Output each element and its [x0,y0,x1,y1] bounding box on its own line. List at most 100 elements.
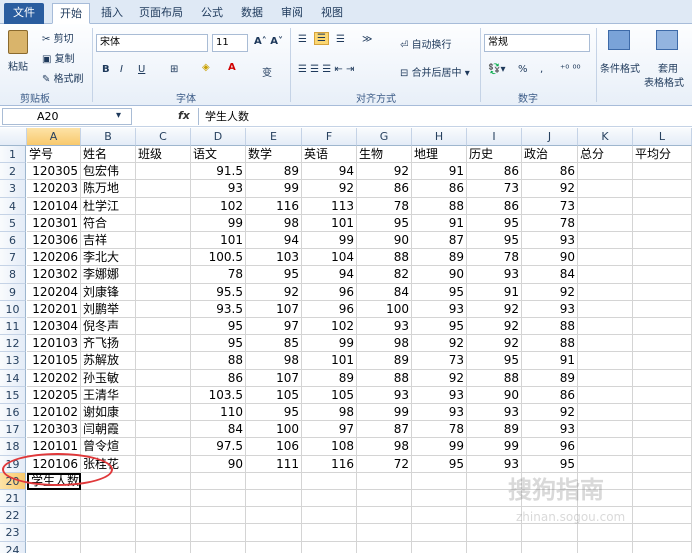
cell[interactable]: 78 [522,214,578,232]
cell[interactable]: 116 [302,455,357,473]
cell[interactable] [136,335,191,353]
cell[interactable]: 88 [522,318,578,336]
row-header[interactable]: 8 [0,266,26,284]
cell[interactable] [633,507,692,525]
column-header[interactable]: G [357,128,412,146]
comma-button[interactable]: , [540,64,543,75]
cell[interactable]: 93.5 [191,300,246,318]
cell[interactable]: 93 [522,421,578,439]
cell[interactable] [633,300,692,318]
cell[interactable] [136,438,191,456]
cell[interactable]: 93 [412,386,467,404]
row-header[interactable]: 14 [0,369,26,387]
align-top-icon[interactable]: ☰ [298,34,307,45]
row-header[interactable]: 23 [0,524,26,542]
cell[interactable]: 93 [412,300,467,318]
row-header[interactable]: 15 [0,386,26,404]
cell[interactable] [467,507,522,525]
formula-input[interactable]: 学生人数 [198,108,692,125]
cell[interactable]: 87 [357,421,412,439]
cell[interactable] [578,163,633,181]
cell[interactable]: 姓名 [81,146,136,164]
cell[interactable]: 105 [302,386,357,404]
cell[interactable]: 98 [246,352,302,370]
column-header[interactable]: D [191,128,246,146]
cell[interactable]: 84 [191,421,246,439]
cell[interactable]: 105 [246,386,302,404]
cell[interactable]: 91.5 [191,163,246,181]
cell[interactable] [302,490,357,508]
cell[interactable]: 99 [412,438,467,456]
cell[interactable]: 93 [357,386,412,404]
italic-button[interactable]: I [120,64,123,75]
cell[interactable]: 120104 [27,197,81,215]
cell[interactable]: 84 [357,283,412,301]
cell[interactable]: 刘康锋 [81,283,136,301]
column-header[interactable]: H [412,128,467,146]
tab-page-layout[interactable]: 页面布局 [134,3,188,24]
cell[interactable]: 92 [522,180,578,198]
cell[interactable]: 95 [467,232,522,250]
currency-icon[interactable]: 💱▾ [488,64,505,75]
align-bottom-icon[interactable]: ☰ [336,34,345,45]
cell[interactable]: 120305 [27,163,81,181]
cell[interactable] [136,507,191,525]
cell[interactable]: 99 [302,232,357,250]
cell[interactable] [136,232,191,250]
cell[interactable]: 92 [412,335,467,353]
cell[interactable]: 95 [191,335,246,353]
cell[interactable] [633,455,692,473]
cell[interactable]: 97 [302,421,357,439]
cell[interactable]: 110 [191,404,246,422]
cell[interactable]: 92 [467,318,522,336]
row-header[interactable]: 10 [0,300,26,318]
cell[interactable] [136,369,191,387]
cell[interactable] [357,524,412,542]
cell[interactable]: 92 [467,335,522,353]
column-header[interactable]: F [302,128,357,146]
cell[interactable] [136,524,191,542]
cell[interactable] [136,386,191,404]
cell[interactable]: 93 [522,232,578,250]
cell[interactable] [578,300,633,318]
cell[interactable]: 92 [357,163,412,181]
cell[interactable]: 116 [246,197,302,215]
cell[interactable] [27,541,81,553]
cell[interactable]: 73 [467,180,522,198]
cell[interactable]: 101 [191,232,246,250]
cell[interactable]: 98 [357,335,412,353]
column-header[interactable]: B [81,128,136,146]
cell[interactable] [522,524,578,542]
cell[interactable] [191,472,246,490]
cell[interactable] [412,524,467,542]
cell[interactable] [191,507,246,525]
align-middle-icon[interactable]: ☰ [314,32,329,45]
cell[interactable]: 120302 [27,266,81,284]
cell[interactable] [578,335,633,353]
table-format-icon[interactable] [656,30,678,50]
cell[interactable] [191,524,246,542]
cell[interactable]: 86 [357,180,412,198]
select-all-corner[interactable] [0,128,27,146]
cell[interactable]: 89 [302,369,357,387]
cell[interactable]: 73 [522,197,578,215]
cell[interactable] [467,541,522,553]
cell[interactable]: 93 [357,318,412,336]
table-format-label-2[interactable]: 表格格式 [644,74,684,89]
cell[interactable]: 108 [302,438,357,456]
cell[interactable]: 96 [522,438,578,456]
column-header[interactable]: I [467,128,522,146]
cell[interactable] [412,490,467,508]
cell[interactable] [578,197,633,215]
cell[interactable]: 120204 [27,283,81,301]
row-header[interactable]: 11 [0,318,26,336]
decimal-icon[interactable]: ⁺⁰ ⁰⁰ [560,64,580,75]
cell[interactable] [633,472,692,490]
cell[interactable]: 111 [246,455,302,473]
cell[interactable]: 120201 [27,300,81,318]
font-name-select[interactable]: 宋体 [96,34,208,52]
name-box-dropdown-icon[interactable]: ▾ [116,110,121,121]
cell[interactable] [136,404,191,422]
tab-insert[interactable]: 插入 [96,3,128,24]
cell[interactable] [633,335,692,353]
